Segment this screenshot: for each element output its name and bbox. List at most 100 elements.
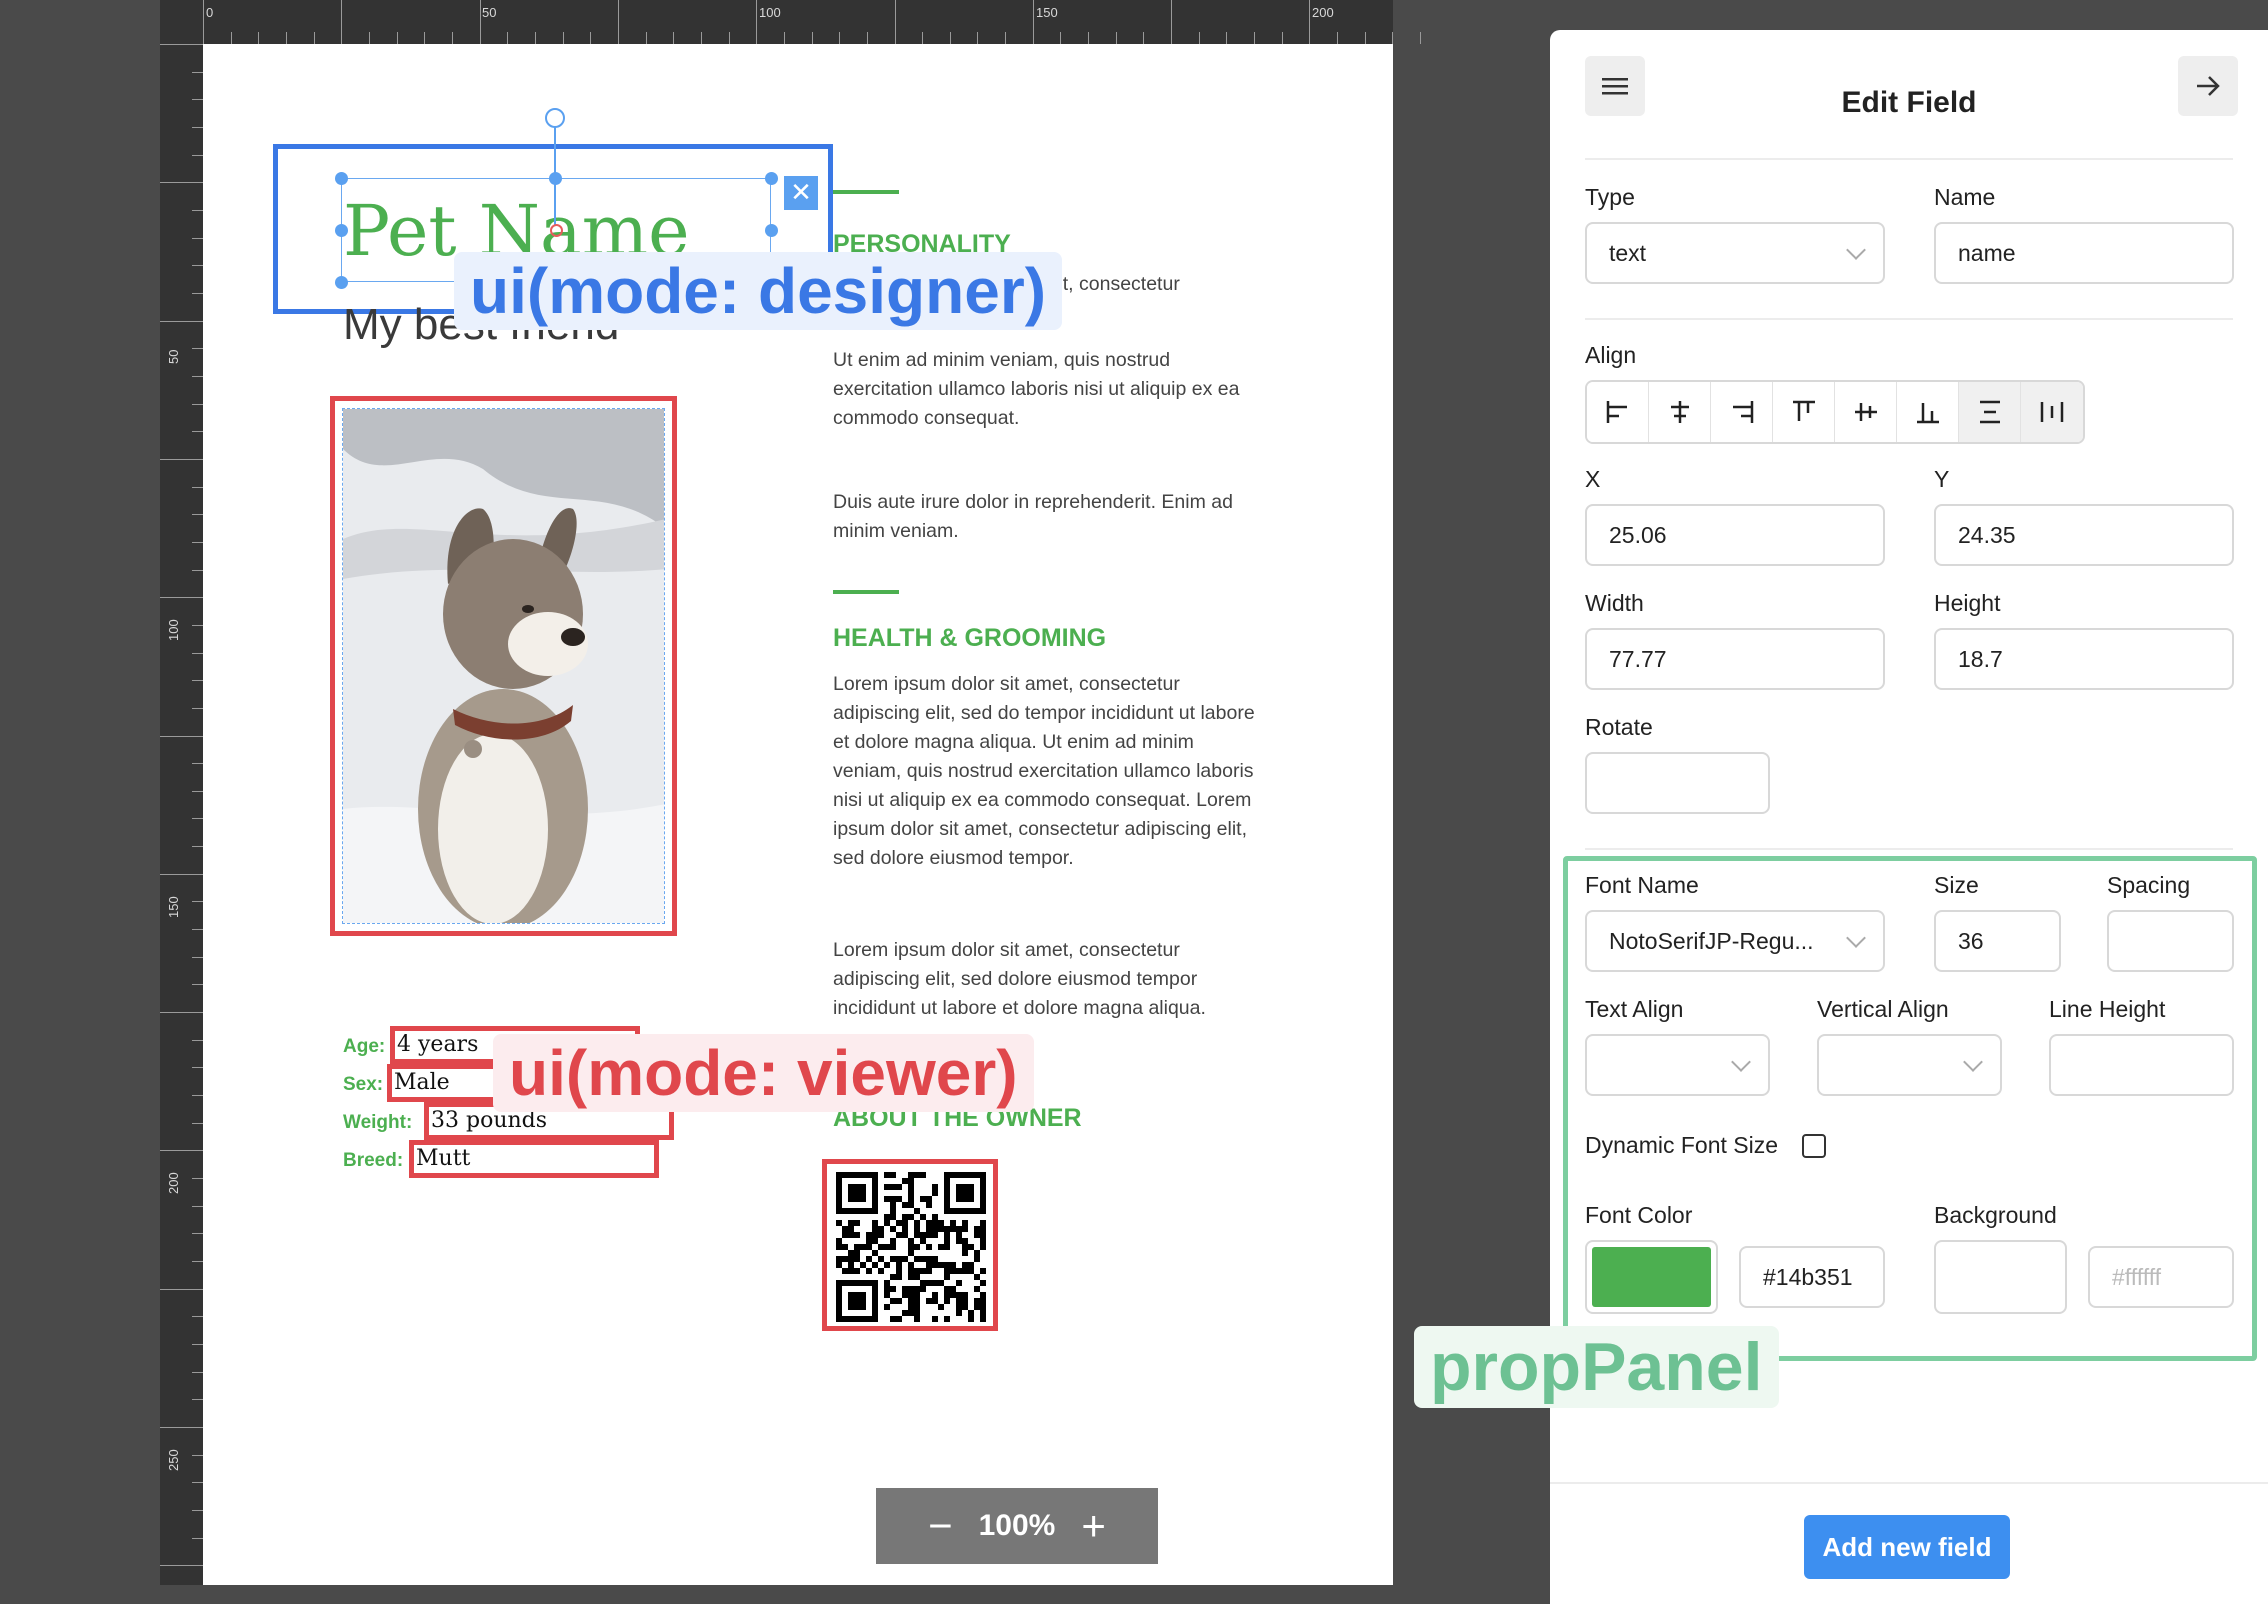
align-left-icon [1606, 401, 1627, 423]
align-middle-button[interactable] [1835, 382, 1897, 442]
ruler-tick [285, 32, 287, 44]
width-input[interactable]: 77.77 [1585, 628, 1885, 690]
viewer-mode-outline [330, 396, 677, 936]
add-new-field-button[interactable]: Add new field [1804, 1515, 2010, 1579]
align-center-button[interactable] [1649, 382, 1711, 442]
ruler-tick [203, 0, 204, 44]
distribute-vertical-icon [1979, 400, 2000, 424]
personality-text: Ut enim ad minim veniam, quis nostrud ex… [833, 349, 1240, 429]
align-bottom-button[interactable] [1897, 382, 1959, 442]
ruler-tick [160, 1012, 204, 1014]
ruler-tick [617, 0, 619, 44]
ruler-tick [424, 32, 426, 44]
ruler-tick [507, 32, 509, 44]
section-divider [833, 590, 899, 594]
align-middle-icon [1854, 403, 1877, 421]
ruler-tick [230, 32, 232, 44]
ruler-label: 200 [166, 1172, 181, 1194]
qr-code-icon [836, 1172, 986, 1322]
sex-label: Sex: [343, 1074, 384, 1095]
health-text: Lorem ipsum dolor sit amet, consectetur … [833, 939, 1206, 1019]
name-input[interactable]: name [1934, 222, 2234, 284]
ruler-tick [728, 32, 730, 44]
align-label: Align [1585, 342, 1637, 368]
zoom-out-button[interactable]: − [928, 1505, 953, 1547]
section-divider [833, 190, 899, 194]
ruler-tick [160, 1565, 204, 1567]
rotate-input[interactable] [1585, 752, 1770, 814]
ruler-label: 100 [166, 619, 181, 641]
ruler-tick [160, 597, 204, 599]
resize-handle[interactable] [765, 172, 778, 185]
ruler-tick [894, 0, 896, 44]
ruler-tick [811, 32, 813, 44]
x-label: X [1585, 466, 1601, 492]
ruler-tick [160, 182, 204, 184]
ruler-tick [160, 873, 204, 875]
rotate-handle[interactable] [545, 108, 565, 128]
distribute-horizontal-button[interactable] [2021, 382, 2083, 442]
ruler-tick [783, 32, 785, 44]
ruler-label: 200 [1312, 5, 1334, 20]
vertical-ruler: 50 100 150 200 250 [160, 44, 204, 1585]
ruler-tick [645, 32, 647, 44]
align-right-button[interactable] [1711, 382, 1773, 442]
ruler-tick [160, 320, 204, 322]
ruler-tick [160, 1150, 204, 1152]
x-input[interactable]: 25.06 [1585, 504, 1885, 566]
type-select[interactable]: text [1585, 222, 1885, 284]
close-icon[interactable]: ✕ [784, 176, 818, 210]
ruler-tick [1032, 0, 1034, 44]
ruler-tick [258, 32, 260, 44]
y-input[interactable]: 24.35 [1934, 504, 2234, 566]
height-input[interactable]: 18.7 [1934, 628, 2234, 690]
ruler-tick [1171, 0, 1173, 44]
collapse-panel-button[interactable] [2178, 56, 2238, 116]
zoom-control: − 100% + [876, 1488, 1158, 1564]
resize-handle[interactable] [335, 276, 348, 289]
ruler-tick [839, 32, 841, 44]
ruler-tick [1143, 32, 1145, 44]
divider [1585, 318, 2233, 320]
ruler-tick [1281, 32, 1283, 44]
ruler-tick [562, 32, 564, 44]
rotate-label: Rotate [1585, 714, 1653, 740]
ruler-tick [1060, 32, 1062, 44]
horizontal-ruler: 0 50 100 150 200 [160, 0, 1422, 44]
resize-handle[interactable] [335, 172, 348, 185]
ruler-tick [1420, 32, 1422, 44]
weight-label: Weight: [343, 1112, 413, 1133]
type-value: text [1609, 239, 1647, 266]
ruler-tick [160, 44, 204, 45]
ruler-tick [1088, 32, 1090, 44]
ruler-tick [700, 32, 702, 44]
align-top-button[interactable] [1773, 382, 1835, 442]
ruler-tick [160, 735, 204, 737]
ruler-tick [922, 32, 924, 44]
align-left-button[interactable] [1587, 382, 1649, 442]
ruler-label: 250 [166, 1449, 181, 1471]
breed-field[interactable]: Mutt [409, 1140, 659, 1178]
distribute-vertical-button[interactable] [1959, 382, 2021, 442]
zoom-level: 100% [978, 1509, 1056, 1542]
ruler-tick [479, 0, 481, 44]
qr-code-field[interactable] [822, 1159, 998, 1331]
arrow-right-icon [2197, 76, 2220, 96]
prop-panel-outline [1563, 856, 2257, 1361]
height-label: Height [1934, 590, 2001, 616]
ruler-label: 100 [759, 5, 781, 20]
ruler-label: 0 [206, 5, 214, 20]
zoom-in-button[interactable]: + [1081, 1505, 1106, 1547]
resize-handle[interactable] [549, 172, 562, 185]
align-center-icon [1670, 401, 1689, 423]
dog-photo[interactable] [342, 408, 665, 924]
align-top-icon [1792, 400, 1815, 421]
prop-panel-tag: propPanel [1414, 1326, 1779, 1408]
ruler-tick [1309, 0, 1311, 44]
ruler-tick [1198, 32, 1200, 44]
chevron-down-icon [1846, 240, 1866, 260]
ruler-tick [1005, 32, 1007, 44]
resize-handle[interactable] [765, 224, 778, 237]
resize-handle[interactable] [335, 224, 348, 237]
divider [1585, 158, 2233, 160]
